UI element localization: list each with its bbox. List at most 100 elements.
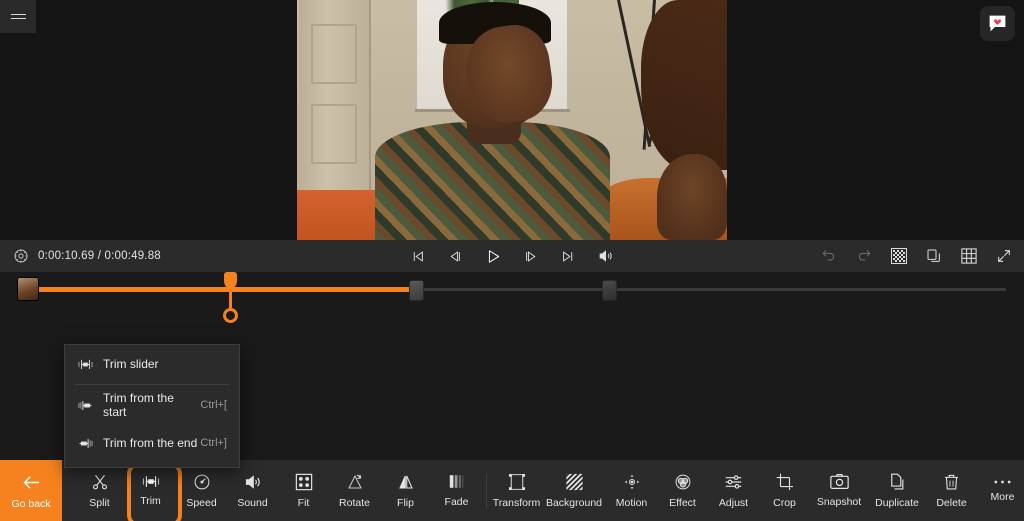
tool-crop[interactable]: Crop bbox=[759, 460, 810, 521]
timeline-playhead[interactable] bbox=[223, 272, 238, 334]
tool-split[interactable]: Split bbox=[74, 460, 125, 521]
back-arrow-icon bbox=[21, 472, 42, 493]
preview-subject bbox=[375, 2, 610, 240]
tool-flip[interactable]: Flip bbox=[380, 460, 431, 521]
fade-icon bbox=[448, 473, 466, 490]
fit-icon bbox=[295, 473, 313, 491]
tool-transform[interactable]: Transform bbox=[491, 460, 542, 521]
player-controls-bar: 0:00:10.69 / 0:00:49.88 bbox=[0, 240, 1024, 272]
skip-to-end-button[interactable] bbox=[561, 249, 576, 264]
preview-foreground-person bbox=[641, 0, 727, 170]
go-back-button[interactable]: Go back bbox=[0, 460, 62, 521]
trim-end-icon bbox=[77, 437, 103, 450]
timeline-clip-marker[interactable] bbox=[410, 281, 423, 300]
tool-label: Split bbox=[89, 496, 110, 509]
tool-label: Background bbox=[545, 496, 603, 509]
redo-arrow-icon[interactable] bbox=[856, 248, 872, 264]
tool-label: Effect bbox=[669, 496, 696, 509]
tool-label: Transform bbox=[492, 496, 541, 509]
context-menu-label: Trim from the start bbox=[103, 391, 174, 419]
tool-more[interactable]: More bbox=[977, 460, 1024, 521]
checkerboard-icon[interactable] bbox=[891, 248, 907, 264]
step-forward-button[interactable] bbox=[524, 249, 539, 264]
context-menu-separator bbox=[75, 384, 229, 385]
tool-fit[interactable]: Fit bbox=[278, 460, 329, 521]
player-right-actions bbox=[821, 248, 1012, 264]
context-menu-item-trim-from-start[interactable]: Trim from the start Ctrl+[ bbox=[65, 386, 239, 424]
tool-background[interactable]: Background bbox=[542, 460, 606, 521]
tool-label: Sound bbox=[237, 496, 268, 509]
timeline-progress bbox=[18, 287, 416, 292]
speedometer-icon bbox=[193, 473, 211, 491]
trim-slider-icon bbox=[77, 358, 103, 371]
go-back-label: Go back bbox=[11, 497, 51, 510]
tool-motion[interactable]: Motion bbox=[606, 460, 657, 521]
trim-context-menu: Trim slider Trim from the start Ctrl+[T… bbox=[64, 344, 240, 468]
tool-label: Delete bbox=[936, 496, 967, 509]
trim-start-icon bbox=[77, 399, 103, 412]
flip-icon bbox=[397, 473, 415, 491]
step-backward-button[interactable] bbox=[448, 249, 463, 264]
motion-icon bbox=[623, 473, 641, 491]
tool-label: Rotate bbox=[339, 496, 370, 509]
tool-duplicate[interactable]: Duplicate bbox=[868, 460, 926, 521]
video-preview[interactable] bbox=[297, 0, 727, 240]
feedback-button[interactable] bbox=[980, 6, 1015, 41]
tool-label: Adjust bbox=[718, 496, 749, 509]
tool-snapshot[interactable]: Snapshot bbox=[810, 460, 868, 521]
feedback-heart-icon bbox=[987, 13, 1008, 34]
settings-gear-icon[interactable] bbox=[13, 248, 29, 264]
bottom-toolbar: Go back Split Trim Speed Sound Fit Rotat… bbox=[0, 460, 1024, 521]
play-button[interactable] bbox=[485, 248, 502, 265]
tool-label: Flip bbox=[397, 496, 414, 509]
speaker-icon bbox=[243, 473, 262, 491]
tool-fade[interactable]: Fade bbox=[431, 460, 482, 521]
crop-icon bbox=[776, 473, 794, 491]
camera-icon bbox=[829, 473, 849, 490]
transform-icon bbox=[508, 473, 526, 491]
preview-foreground-hand bbox=[657, 154, 727, 240]
hamburger-menu-icon bbox=[10, 11, 26, 22]
context-menu-item-trim-from-end[interactable]: Trim from the end Ctrl+] bbox=[65, 424, 239, 462]
undo-arrow-icon[interactable] bbox=[821, 248, 837, 264]
trash-icon bbox=[943, 473, 960, 491]
rotate-icon bbox=[346, 473, 364, 491]
tool-sound[interactable]: Sound bbox=[227, 460, 278, 521]
toolbar-separator bbox=[486, 473, 487, 508]
preview-stage bbox=[0, 0, 1024, 240]
hamburger-menu-button[interactable] bbox=[0, 0, 36, 33]
transport-controls bbox=[411, 248, 614, 265]
ellipsis-icon bbox=[993, 479, 1012, 485]
context-menu-shortcut: Ctrl+[ bbox=[200, 399, 227, 411]
timeline-clip-marker[interactable] bbox=[603, 281, 616, 300]
tool-speed[interactable]: Speed bbox=[176, 460, 227, 521]
volume-button[interactable] bbox=[598, 248, 614, 264]
tool-trim[interactable]: Trim bbox=[125, 460, 182, 521]
duplicate-icon bbox=[889, 473, 906, 491]
tool-buttons: Split Trim Speed Sound Fit Rotate Flip F… bbox=[62, 460, 1024, 521]
tool-label: Motion bbox=[615, 496, 648, 509]
grid-icon[interactable] bbox=[961, 248, 977, 264]
trim-icon bbox=[141, 474, 161, 489]
timeline-scrubber[interactable] bbox=[0, 272, 1024, 334]
tool-label: More bbox=[990, 490, 1015, 503]
context-menu-label: Trim slider bbox=[103, 357, 159, 371]
scissors-icon bbox=[91, 473, 109, 491]
context-menu-label: Trim from the end bbox=[103, 436, 198, 450]
sliders-icon bbox=[724, 473, 743, 491]
tool-delete[interactable]: Delete bbox=[926, 460, 977, 521]
tool-rotate[interactable]: Rotate bbox=[329, 460, 380, 521]
copy-layers-icon[interactable] bbox=[926, 248, 942, 264]
tool-label: Duplicate bbox=[875, 496, 919, 509]
tool-label: Speed bbox=[186, 496, 217, 509]
timeline-start-thumbnail bbox=[17, 277, 39, 301]
tool-label: Fit bbox=[297, 496, 310, 509]
tool-adjust[interactable]: Adjust bbox=[708, 460, 759, 521]
expand-arrows-icon[interactable] bbox=[996, 248, 1012, 264]
context-menu-item-trim-slider[interactable]: Trim slider bbox=[65, 345, 239, 383]
tool-effect[interactable]: Effect bbox=[657, 460, 708, 521]
background-icon bbox=[565, 473, 584, 491]
tool-label: Trim bbox=[140, 495, 161, 507]
effect-icon bbox=[674, 473, 692, 491]
skip-to-start-button[interactable] bbox=[411, 249, 426, 264]
